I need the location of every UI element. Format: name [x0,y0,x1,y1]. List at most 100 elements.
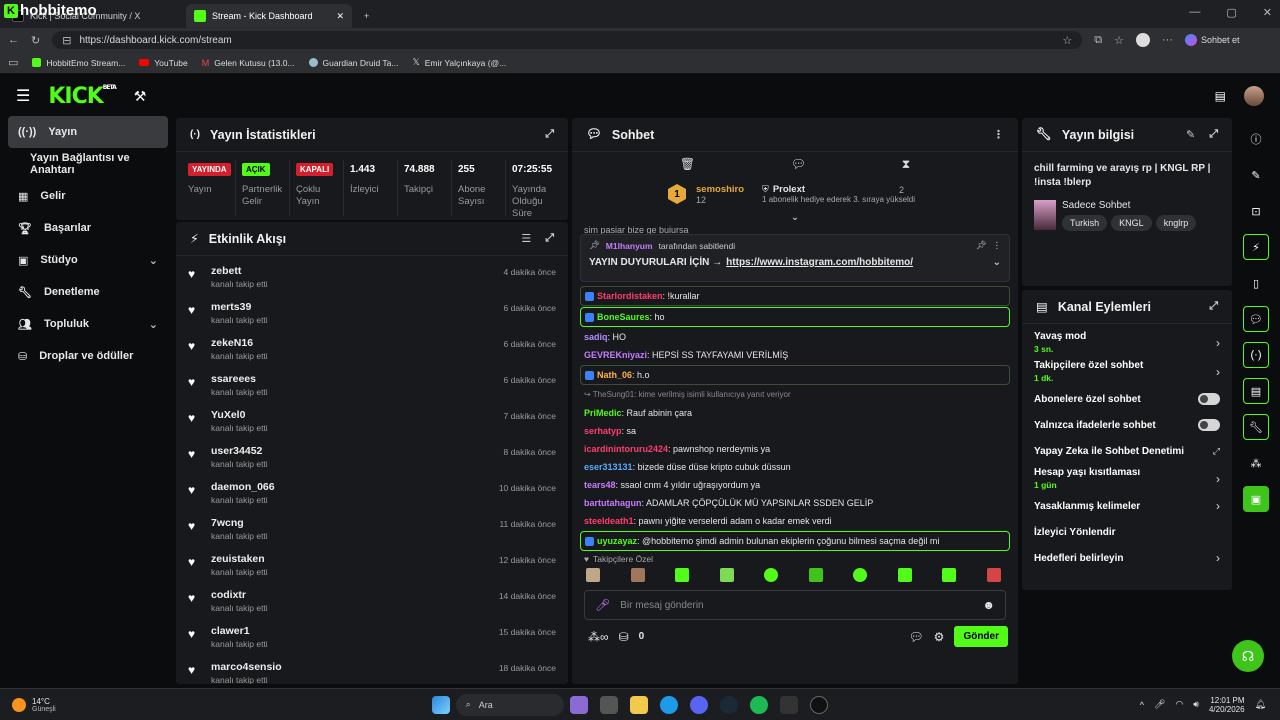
channel-action-item[interactable]: İzleyici Yönlendir [1022,519,1232,545]
activity-item[interactable]: ♥ codixtr kanalı takip etti 14 dakika önce [176,584,568,620]
emote-icon[interactable] [897,568,912,582]
chevron-down-icon[interactable]: ⌄ [993,257,1001,268]
collections-icon[interactable]: ☆ [1114,34,1124,47]
chat-bubble-icon[interactable]: 💬︎ [1243,306,1269,332]
obs-icon[interactable] [809,695,828,714]
popout-icon[interactable]: ⤢ [1209,300,1218,313]
volume-icon[interactable]: 🔊︎ [1193,699,1199,710]
channel-action-item[interactable]: Yavaş mod 3 sn. › [1022,328,1232,357]
document-icon[interactable]: ▯ [1243,270,1269,296]
chat-input[interactable]: 🎤︎ Bir mesaj gönderin ☻ [584,590,1006,620]
refresh-icon[interactable]: ↻ [31,34,40,47]
external-link-icon[interactable]: ⤢ [1213,446,1220,457]
emote-icon[interactable] [719,568,734,582]
activity-item[interactable]: ♥ zeuistaken kanalı takip etti 12 dakika ön… [176,548,568,584]
emote-icon[interactable] [942,568,957,582]
sidebar-item-topluluk[interactable]: 👥︎ Topluluk ⌄ [8,308,168,340]
stream-tag[interactable]: knglrp [1155,215,1197,231]
channel-action-item[interactable]: Yasaklanmış kelimeler › [1022,493,1232,519]
profile-avatar-icon[interactable] [1135,33,1150,47]
chat-message[interactable]: PriMedic: Rauf abinin çara [572,404,1018,422]
discord-icon[interactable] [689,695,708,714]
mic-icon[interactable]: 🎤︎ [1154,699,1165,710]
new-tab-button[interactable]: + [356,4,377,28]
hammer-icon[interactable]: ⚒ [134,88,147,105]
activity-user[interactable]: zekeN16 [211,337,268,349]
chat-message[interactable]: Nath_06: h.o [580,365,1010,385]
chat-username[interactable]: GEVREKniyazi [584,350,647,360]
more-icon[interactable]: ··· [1162,34,1173,46]
chat-message[interactable]: eser313131: bizede düse düse kripto cubu… [572,458,1018,476]
emote-icon[interactable] [986,568,1001,582]
activity-item[interactable]: ♥ YuXel0 kanalı takip etti 7 dakika önce [176,404,568,440]
sidebar-item-yayin[interactable]: ((·)) Yayın [8,116,168,148]
chat-username[interactable]: sadiq [584,332,608,342]
gear-icon[interactable]: ⚙ [934,630,945,644]
emote-icon[interactable] [808,568,823,582]
windows-start-icon[interactable] [431,695,450,714]
close-window-icon[interactable]: ✕ [1263,6,1272,19]
chevron-right-icon[interactable]: › [1216,472,1220,486]
browser-tab-kick[interactable]: Stream - Kick Dashboard ✕ [186,4,352,28]
emote-icon[interactable] [586,568,600,582]
trash-icon[interactable]: 🗑︎ [680,157,695,171]
activity-user[interactable]: clawer1 [211,625,268,637]
pencil-icon[interactable]: ✎ [1186,128,1195,141]
chevron-up-icon[interactable]: ^ [1140,700,1144,710]
activity-user[interactable]: daemon_066 [211,481,275,493]
chat-username[interactable]: PriMedic [584,408,622,418]
sidebar-item-gelir[interactable]: ▦ Gelir [8,180,168,212]
chat-message[interactable]: BoneSaures: ho [580,307,1010,327]
pencil-icon[interactable]: ✎ [1243,162,1269,188]
chevron-right-icon[interactable]: › [1216,365,1220,379]
chat-message[interactable]: sadiq: HO [572,328,1018,346]
broadcast-icon[interactable]: (·) [1243,342,1269,368]
popout-icon[interactable]: ⤢ [545,128,554,141]
taskbar-search[interactable]: ⌕ Ara [455,693,564,716]
emote-icon[interactable] [675,568,690,582]
info-icon[interactable]: ⓘ [1243,126,1269,152]
chat-message[interactable]: icardinintoruru2424: pawnshop nerdeymis … [572,440,1018,458]
menu-icon[interactable]: ☰ [16,86,30,106]
minimize-icon[interactable]: — [1189,6,1200,19]
activity-item[interactable]: ♥ user34452 kanalı takip etti 8 dakika önce [176,440,568,476]
chat-username[interactable]: steeldeath1 [584,516,634,526]
chat-username[interactable]: Nath_06 [597,370,632,380]
filter-icon[interactable]: ☰ [521,232,531,245]
copilot-button[interactable]: Sohbet et [1184,34,1239,46]
channel-action-item[interactable]: Yapay Zeka ile Sohbet Denetimi ⤢ [1022,438,1232,464]
chat-message[interactable]: Starlordistaken: !kurallar [580,286,1010,306]
sidebar-item-studyo[interactable]: ▣ Stüdyo ⌄ [8,244,168,276]
popout-icon[interactable]: ⤢ [545,232,554,245]
chat-message[interactable]: bartutahagun: ADAMLAR ÇÖPÇÜLÜK MÜ YAPSIN… [572,494,1018,512]
chevron-right-icon[interactable]: › [1216,551,1220,565]
chat-username[interactable]: bartutahagun [584,498,642,508]
popout-icon[interactable]: ⤢ [1209,128,1218,141]
close-icon[interactable]: ✕ [336,11,344,22]
activity-user[interactable]: ssareees [211,373,268,385]
channel-action-item[interactable]: Takipçilere özel sohbet 1 dk. › [1022,357,1232,386]
pinned-link[interactable]: https://www.instagram.com/hobbitemo/ [726,257,913,268]
bookmark-youtube[interactable]: YouTube [139,58,188,68]
send-button[interactable]: Gönder [954,626,1008,647]
activity-item[interactable]: ♥ merts39 kanalı takip etti 6 dakika önce [176,296,568,332]
sidebar-item-stream-key[interactable]: Yayın Bağlantısı ve Anahtarı [8,148,168,180]
widget-icon[interactable] [569,695,588,714]
chat-username[interactable]: tears48 [584,480,616,490]
stream-tag[interactable]: Turkish [1062,215,1108,231]
file-explorer-icon[interactable] [629,695,648,714]
activity-user[interactable]: marco4sensio [211,661,282,673]
kick-points-icon[interactable]: ⁂∞ [588,630,609,644]
emote-icon[interactable] [630,568,645,582]
bookmark-gmail[interactable]: M Gelen Kutusu (13.0... [202,58,295,68]
clock[interactable]: 12:01 PM 4/20/2026 [1209,696,1245,714]
activity-user[interactable]: merts39 [211,301,268,313]
chat-username[interactable]: uyuzayaz [597,536,637,546]
reading-list-icon[interactable]: ▭ [8,56,18,69]
activity-user[interactable]: zeuistaken [211,553,268,565]
activity-user[interactable]: codixtr [211,589,268,601]
chat-message[interactable]: serhatyp: sa [572,422,1018,440]
favorite-star-icon[interactable]: ☆ [1062,34,1072,47]
sidebar-item-droplar[interactable]: ⛁ Droplar ve ödüller [8,340,168,372]
chat-username[interactable]: Starlordistaken [597,291,663,301]
